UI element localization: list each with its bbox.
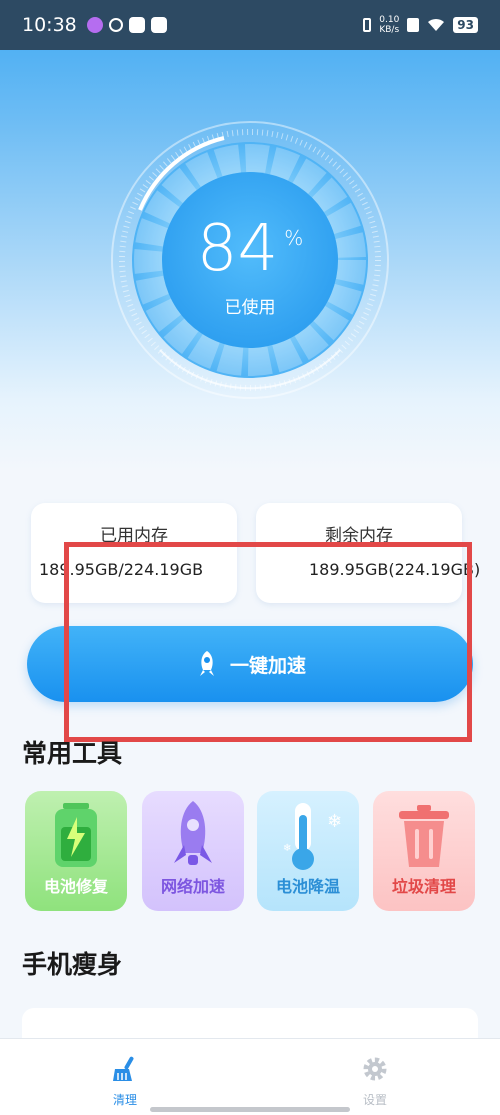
battery-icon — [55, 803, 97, 867]
thermometer-icon: ❄ ❄ — [283, 803, 342, 870]
nav-item-clean[interactable]: 清理 — [95, 1055, 155, 1108]
tiktok-icon — [128, 17, 145, 33]
broom-icon — [113, 1056, 134, 1081]
net-speed-unit: KB/s — [379, 25, 400, 35]
tool-label: 电池修复 — [43, 877, 108, 896]
tool-junk-clean[interactable]: 垃圾清理 — [373, 791, 475, 911]
tools-section-title: 常用工具 — [22, 739, 123, 768]
net-speed: 0.10 KB/s — [379, 15, 399, 35]
status-time: 10:38 — [22, 14, 77, 36]
nav-item-settings[interactable]: 设置 — [345, 1055, 405, 1108]
tool-battery-cooling[interactable]: ❄ ❄ 电池降温 — [257, 791, 359, 911]
usage-label: 已使用 — [224, 298, 276, 318]
vibrate-icon — [363, 18, 372, 32]
status-bar: 10:38 0.10 KB/s 93 — [0, 0, 500, 50]
highlight-annotation-box — [64, 542, 472, 742]
tool-label: 网络加速 — [160, 877, 225, 896]
usage-percent: 84% — [0, 212, 500, 286]
tool-network-boost[interactable]: 网络加速 — [142, 791, 244, 911]
trash-icon — [399, 805, 449, 867]
battery-level: 93 — [453, 17, 478, 33]
tool-label: 垃圾清理 — [391, 877, 456, 896]
sim-icon — [407, 18, 420, 32]
net-speed-value: 0.10 — [379, 15, 400, 25]
home-indicator[interactable] — [150, 1107, 350, 1112]
rocket-icon — [174, 801, 212, 865]
svg-text:❄: ❄ — [283, 843, 291, 854]
percent-sign: % — [284, 226, 304, 250]
status-right: 0.10 KB/s 93 — [363, 15, 478, 35]
wifi-icon — [428, 18, 445, 31]
usage-percent-value: 84 — [196, 212, 279, 286]
nav-label: 设置 — [362, 1093, 387, 1107]
bottom-navigation: 清理 设置 — [0, 1038, 500, 1115]
notification-icons — [86, 17, 167, 33]
link-icon — [108, 18, 123, 32]
phone-slim-section-title: 手机瘦身 — [22, 950, 123, 979]
tool-battery-repair[interactable]: 电池修复 — [25, 791, 127, 911]
app-notification-icon — [86, 17, 103, 33]
gear-icon — [363, 1057, 387, 1081]
message-icon — [150, 17, 167, 33]
nav-label: 清理 — [112, 1093, 137, 1107]
svg-text:❄: ❄ — [327, 811, 342, 832]
tool-label: 电池降温 — [275, 877, 340, 896]
